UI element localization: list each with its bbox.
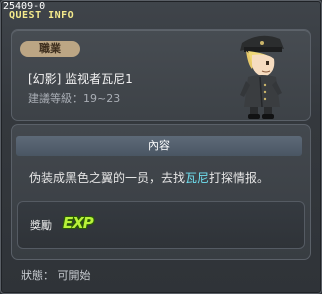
job-badge: 職業 bbox=[20, 41, 80, 57]
quest-status: 狀態： 可開始 bbox=[21, 269, 91, 282]
description-text-end: 打探情报。 bbox=[209, 171, 270, 185]
quest-description: 伪装成黑色之翼的一员，去找瓦尼打探情报。 bbox=[29, 169, 269, 186]
level-requirement: 建議等級：19~23 bbox=[28, 92, 121, 105]
quest-name: [幻影] 监视者瓦尼1 bbox=[28, 72, 133, 86]
reward-label: 獎勵 bbox=[30, 219, 52, 232]
description-text: 伪装成黑色之翼的一员，去找 bbox=[29, 171, 186, 185]
exp-icon[interactable]: EXP bbox=[63, 214, 94, 232]
title-bar[interactable]: 25409-0 QUEST INFO bbox=[0, 0, 320, 22]
character-sprite-icon bbox=[240, 35, 284, 119]
reward-panel bbox=[17, 201, 305, 249]
content-header: 內容 bbox=[16, 136, 302, 156]
window-title: QUEST INFO bbox=[9, 10, 75, 21]
npc-highlight[interactable]: 瓦尼 bbox=[185, 171, 209, 185]
